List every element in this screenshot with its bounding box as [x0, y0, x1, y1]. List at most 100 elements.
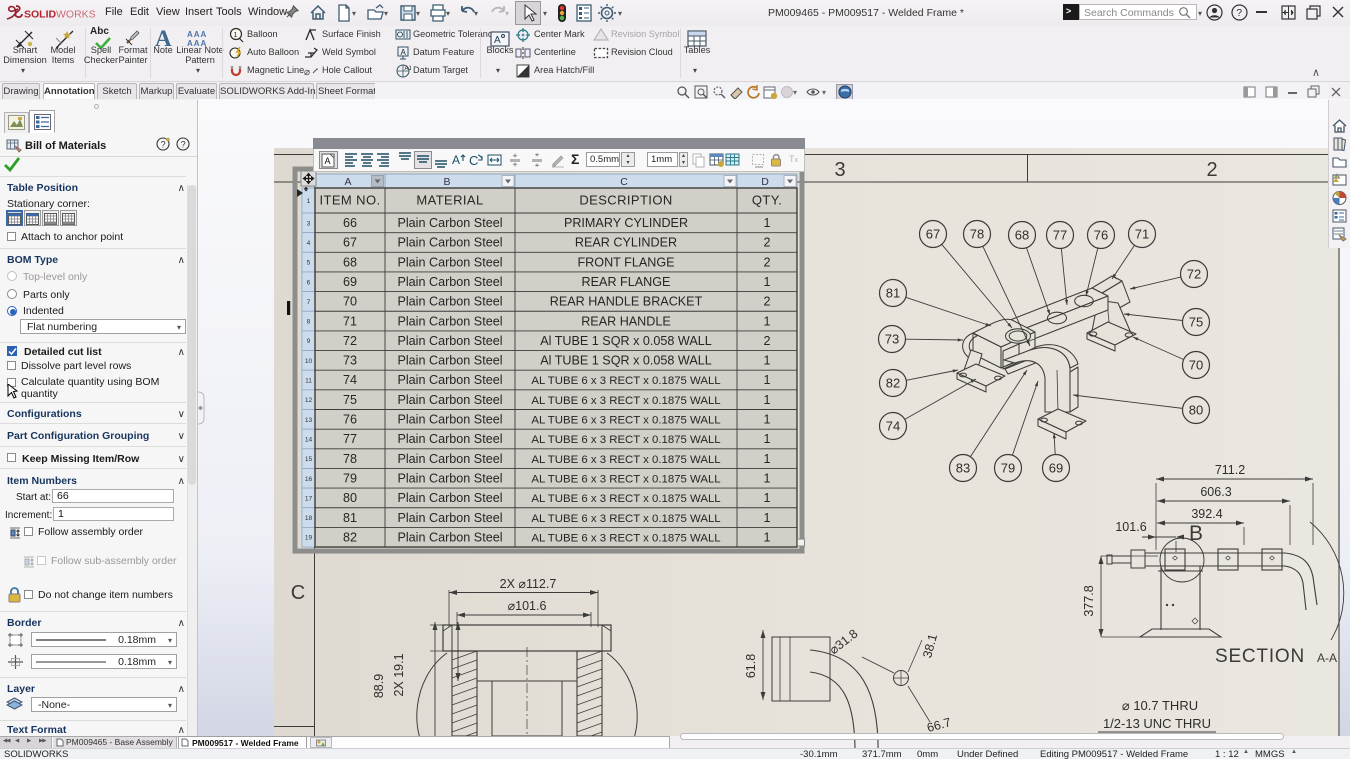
svg-text:C: C: [469, 153, 478, 168]
svg-text:1: 1: [763, 373, 770, 387]
svg-text:67: 67: [343, 236, 357, 250]
svg-text:377.8: 377.8: [1082, 585, 1096, 616]
svg-text:71: 71: [343, 314, 357, 328]
svg-text:16: 16: [305, 476, 313, 483]
svg-text:67: 67: [926, 227, 940, 242]
svg-text:76: 76: [1094, 228, 1108, 243]
svg-text:Plain Carbon Steel: Plain Carbon Steel: [397, 530, 502, 544]
svg-text:AL TUBE 6 x 3 RECT x 0.1875 WA: AL TUBE 6 x 3 RECT x 0.1875 WALL: [531, 473, 720, 485]
svg-text:Plain Carbon Steel: Plain Carbon Steel: [397, 452, 502, 466]
svg-text:Plain Carbon Steel: Plain Carbon Steel: [397, 354, 502, 368]
svg-text:1: 1: [763, 452, 770, 466]
svg-text:101.6: 101.6: [1115, 520, 1146, 534]
svg-text:?: ?: [181, 139, 186, 149]
svg-text:3: 3: [307, 220, 311, 227]
svg-text:17: 17: [305, 495, 313, 502]
svg-text:81: 81: [343, 511, 357, 525]
svg-text:1: 1: [763, 354, 770, 368]
svg-text:2: 2: [1206, 159, 1217, 181]
svg-text:61.8: 61.8: [744, 654, 758, 678]
svg-text:80: 80: [1189, 403, 1203, 418]
svg-text:MATERIAL: MATERIAL: [416, 193, 483, 208]
svg-text:1: 1: [763, 471, 770, 485]
svg-text:D: D: [761, 176, 769, 188]
svg-text:1: 1: [763, 393, 770, 407]
svg-text:69: 69: [343, 275, 357, 289]
svg-text:Al TUBE 1 SQR x 0.058 WALL: Al TUBE 1 SQR x 0.058 WALL: [540, 334, 712, 348]
svg-text:A: A: [452, 153, 460, 167]
svg-text:88.9: 88.9: [372, 674, 386, 698]
svg-text:PRIMARY CYLINDER: PRIMARY CYLINDER: [564, 216, 688, 230]
svg-text:AL TUBE 6 x 3 RECT x 0.1875 WA: AL TUBE 6 x 3 RECT x 0.1875 WALL: [531, 395, 720, 407]
svg-text:Plain Carbon Steel: Plain Carbon Steel: [397, 393, 502, 407]
svg-text:70: 70: [1189, 358, 1203, 373]
svg-text:12: 12: [305, 397, 313, 404]
svg-text:Plain Carbon Steel: Plain Carbon Steel: [397, 413, 502, 427]
svg-text:REAR FLANGE: REAR FLANGE: [582, 275, 671, 289]
svg-text:7: 7: [307, 299, 311, 306]
svg-text:9: 9: [307, 338, 311, 345]
svg-text:10: 10: [305, 358, 313, 365]
svg-text:83: 83: [956, 461, 970, 476]
svg-text:B: B: [443, 176, 450, 188]
svg-text:11: 11: [305, 378, 312, 385]
svg-text:1: 1: [763, 216, 770, 230]
svg-text:1: 1: [763, 432, 770, 446]
svg-text:3: 3: [834, 159, 845, 181]
svg-text:15: 15: [305, 456, 313, 463]
svg-text:SECTION: SECTION: [1215, 646, 1305, 667]
svg-text:QTY.: QTY.: [752, 193, 782, 208]
svg-text:606.3: 606.3: [1200, 485, 1231, 499]
svg-text:ITEM NO.: ITEM NO.: [320, 193, 381, 208]
svg-text:C: C: [620, 176, 628, 188]
svg-text:1: 1: [763, 314, 770, 328]
svg-text:AL TUBE 6 x 3 RECT x 0.1875 WA: AL TUBE 6 x 3 RECT x 0.1875 WALL: [531, 454, 720, 466]
svg-text:Al TUBE 1 SQR x 0.058 WALL: Al TUBE 1 SQR x 0.058 WALL: [540, 354, 712, 368]
svg-text:19: 19: [305, 535, 313, 542]
svg-text:1: 1: [307, 198, 311, 205]
svg-text:69: 69: [1049, 461, 1063, 476]
svg-text:Plain Carbon Steel: Plain Carbon Steel: [397, 491, 502, 505]
svg-text:2: 2: [763, 295, 770, 309]
svg-text:DESCRIPTION: DESCRIPTION: [579, 193, 672, 208]
svg-text:A: A: [325, 156, 331, 166]
svg-text:4: 4: [307, 240, 311, 247]
svg-text:AL TUBE 6 x 3 RECT x 0.1875 WA: AL TUBE 6 x 3 RECT x 0.1875 WALL: [531, 375, 720, 387]
svg-text:2: 2: [763, 334, 770, 348]
svg-text:1: 1: [763, 530, 770, 544]
svg-text:REAR CYLINDER: REAR CYLINDER: [575, 236, 677, 250]
svg-text:78: 78: [970, 227, 984, 242]
svg-text:AL TUBE 6 x 3 RECT x 0.1875 WA: AL TUBE 6 x 3 RECT x 0.1875 WALL: [531, 532, 720, 544]
svg-text:68: 68: [1015, 228, 1029, 243]
svg-text:71: 71: [1135, 227, 1149, 242]
svg-text:2: 2: [763, 255, 770, 269]
svg-text:C: C: [291, 582, 305, 604]
svg-text:REAR HANDLE: REAR HANDLE: [581, 314, 671, 328]
svg-text:5: 5: [307, 260, 311, 267]
svg-text:2: 2: [763, 236, 770, 250]
svg-text:82: 82: [886, 376, 900, 391]
svg-text:AL TUBE 6 x 3 RECT x 0.1875 WA: AL TUBE 6 x 3 RECT x 0.1875 WALL: [531, 493, 720, 505]
svg-text:2X ⌀112.7: 2X ⌀112.7: [500, 577, 557, 591]
svg-text:74: 74: [886, 419, 900, 434]
svg-text:79: 79: [1001, 461, 1015, 476]
svg-text:75: 75: [343, 393, 357, 407]
svg-text:1: 1: [763, 511, 770, 525]
svg-text:8: 8: [307, 319, 311, 326]
svg-text:Plain Carbon Steel: Plain Carbon Steel: [397, 216, 502, 230]
svg-text:Plain Carbon Steel: Plain Carbon Steel: [397, 373, 502, 387]
svg-text:78: 78: [343, 452, 357, 466]
svg-text:1/2-13 UNC THRU: 1/2-13 UNC THRU: [1103, 716, 1211, 731]
svg-text:Plain Carbon Steel: Plain Carbon Steel: [397, 511, 502, 525]
svg-text:Plain Carbon Steel: Plain Carbon Steel: [397, 255, 502, 269]
svg-text:B: B: [1189, 522, 1203, 545]
svg-text:AL TUBE 6 x 3 RECT x 0.1875 WA: AL TUBE 6 x 3 RECT x 0.1875 WALL: [531, 513, 720, 525]
svg-text:A: A: [344, 176, 351, 188]
svg-text:Plain Carbon Steel: Plain Carbon Steel: [397, 236, 502, 250]
svg-text:!: !: [1336, 174, 1337, 179]
svg-text:81: 81: [886, 286, 900, 301]
svg-text:75: 75: [1189, 315, 1203, 330]
svg-text:711.2: 711.2: [1215, 463, 1245, 477]
svg-text:82: 82: [343, 530, 357, 544]
svg-text:77: 77: [1053, 228, 1067, 243]
